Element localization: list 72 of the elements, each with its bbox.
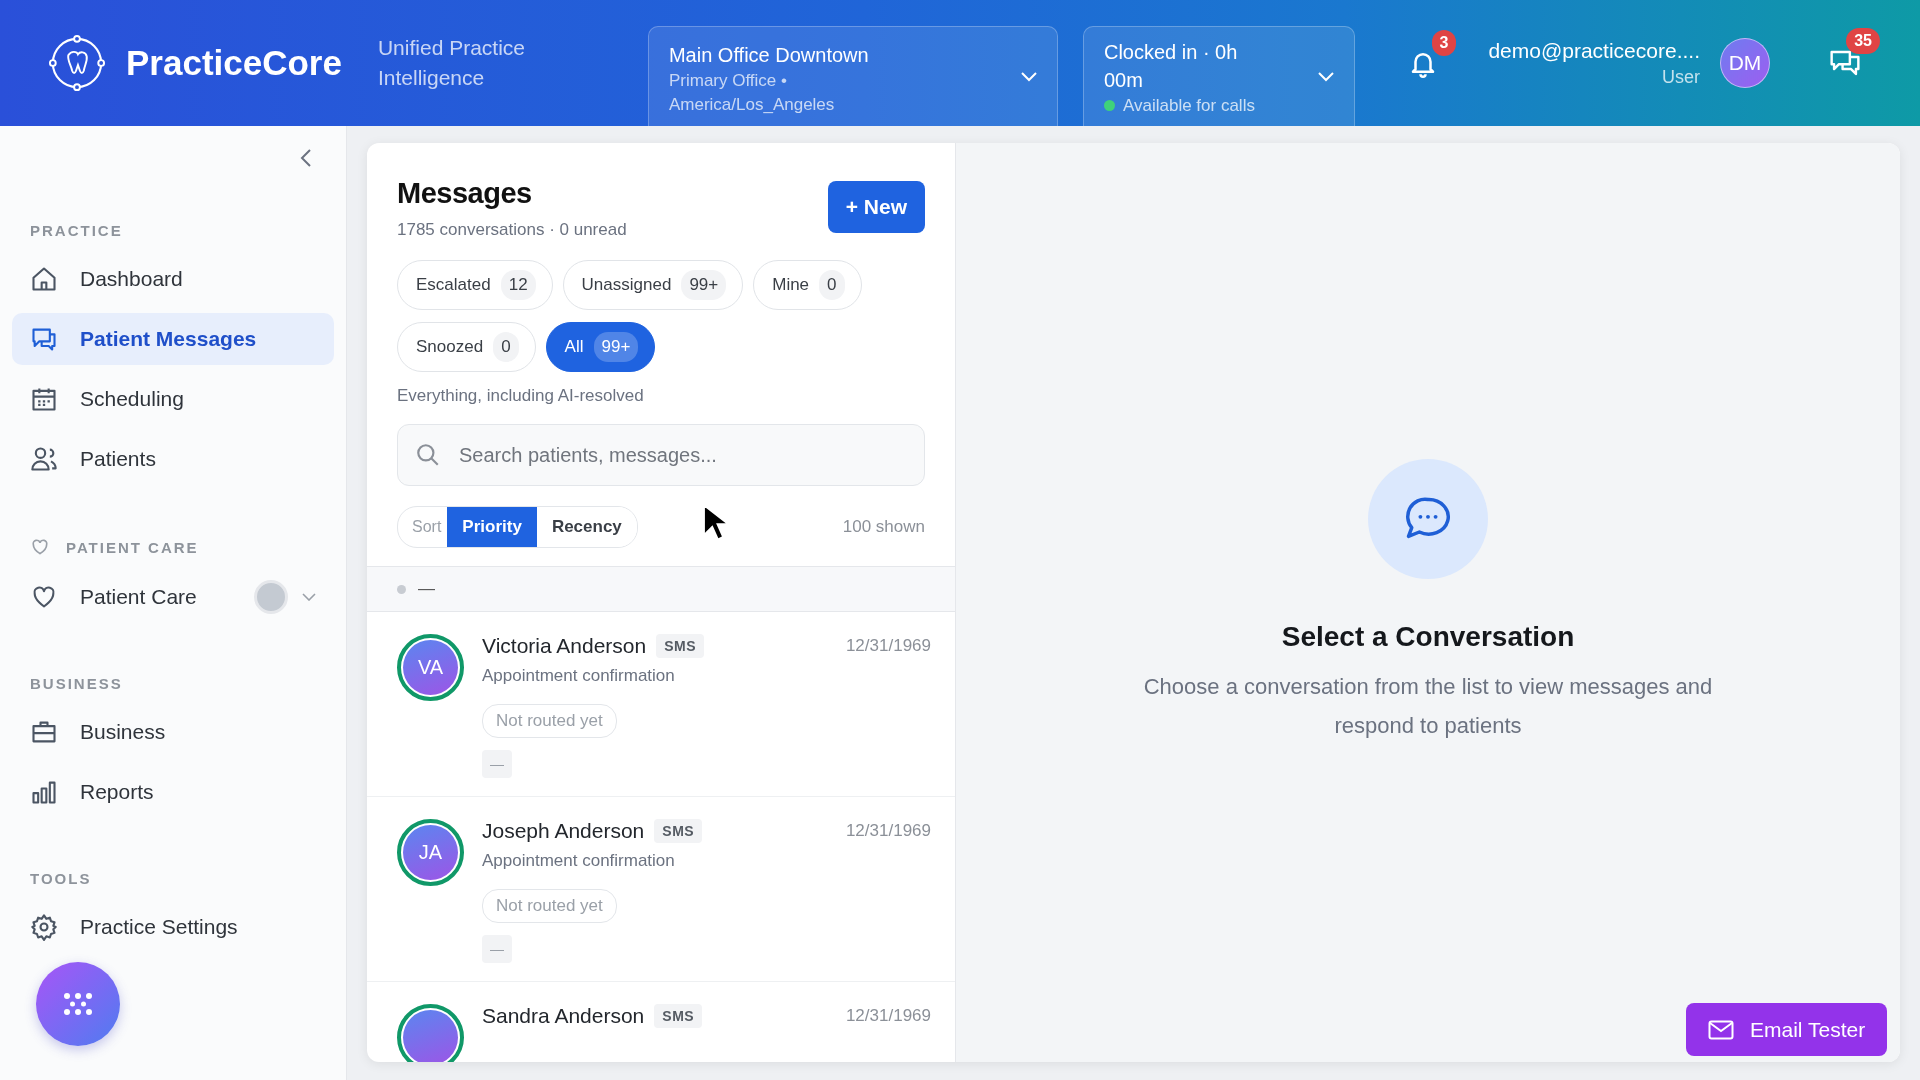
filter-chip[interactable]: Unassigned 99+ [562,260,744,310]
channel-tag: SMS [654,819,703,843]
chevron-down-icon [1317,71,1334,82]
message-date: 12/31/1969 [845,1006,931,1026]
message-preview: Appointment confirmation [482,666,675,686]
message-badge: 35 [1846,28,1880,54]
home-icon [30,265,58,293]
channel-tag: SMS [656,634,705,658]
search-field[interactable]: Search patients, messages... [397,424,925,486]
patient-name: Victoria Anderson [482,634,647,658]
new-message-button[interactable]: + New [827,181,925,233]
location-dropdown[interactable]: Main Office Downtown Primary Office • America/Los_Angeles [647,26,1058,126]
patient-name: Sandra Anderson [482,1004,645,1028]
heart-icon [30,537,50,557]
logo-icon [48,34,106,92]
filter-caption: Everything, including AI-resolved [397,386,645,406]
status-indicator-icon [254,580,288,614]
brand-name: PracticeCore [126,43,342,83]
assignee-tag: — [482,935,512,963]
search-icon [415,442,441,468]
sort-label: Sort [411,517,443,537]
filter-chip[interactable]: All 99+ [545,322,656,372]
patient-avatar: VA [397,634,464,701]
messages-title: Messages [397,177,533,210]
nav-item[interactable]: Practice Settings [12,901,334,953]
nav-item[interactable]: Dashboard [12,253,334,305]
message-preview: Appointment confirmation [482,851,675,871]
users-icon [30,445,58,473]
conversation-item[interactable]: JA Joseph Anderson SMS 12/31/1969 Appointment confirmation Not routed yet — [367,797,955,982]
assignee-tag: — [482,750,512,778]
group-label: — [418,579,435,599]
envelope-icon [1708,1019,1734,1040]
section-label: PATIENT CARE [66,538,199,556]
user-email: demo@practicecore.... [1488,38,1700,63]
filter-chip[interactable]: Mine 0 [753,260,862,310]
nav-item[interactable]: Reports [12,766,334,818]
shown-count: 100 shown [842,517,925,537]
section-label: TOOLS [30,870,92,887]
patient-name: Joseph Anderson [482,819,645,843]
user-avatar[interactable]: DM [1720,38,1770,88]
gear-icon [30,913,58,941]
nav-item[interactable]: Scheduling [12,373,334,425]
tagline: Unified Practice Intelligence [377,35,526,91]
nav-item[interactable]: Business [12,706,334,758]
sort-option[interactable]: Priority [447,507,537,547]
dots-grid-icon [63,992,93,1016]
patient-avatar: JA [397,819,464,886]
empty-state-title: Select a Conversation [1281,621,1575,653]
conversation-item[interactable]: VA Victoria Anderson SMS 12/31/1969 Appointment confirmation Not routed yet — [367,612,955,797]
collapse-chevron-icon[interactable] [300,148,312,168]
nav-item[interactable]: Patient Care [12,571,334,623]
filter-chip[interactable]: Snoozed 0 [397,322,536,372]
clock-status-dropdown[interactable]: Clocked in · 0h 00m Available for calls [1082,26,1355,126]
channel-tag: SMS [654,1004,703,1028]
section-label: PRACTICE [30,222,123,239]
nav-item[interactable]: Patients [12,433,334,485]
user-role: User [1662,66,1700,88]
conversation-summary: 1785 conversations · 0 unread [397,220,627,240]
notification-badge: 3 [1431,30,1457,56]
chevron-down-icon [1020,71,1037,82]
chevron-down-icon[interactable] [302,593,316,601]
message-date: 12/31/1969 [845,636,931,656]
conversation-item[interactable]: Sandra Anderson SMS 12/31/1969 [367,982,955,1062]
routing-status: Not routed yet [482,704,617,738]
nav-item[interactable]: Patient Messages [12,313,334,365]
email-tester-button[interactable]: Email Tester [1686,1003,1888,1056]
filter-chip[interactable]: Escalated 12 [397,260,553,310]
group-dot-icon [397,584,406,594]
section-label: BUSINESS [30,675,123,692]
routing-status: Not routed yet [482,889,617,923]
empty-state-description: Choose a conversation from the list to view messages and respond to patients [1142,673,1714,740]
message-date: 12/31/1969 [845,821,931,841]
